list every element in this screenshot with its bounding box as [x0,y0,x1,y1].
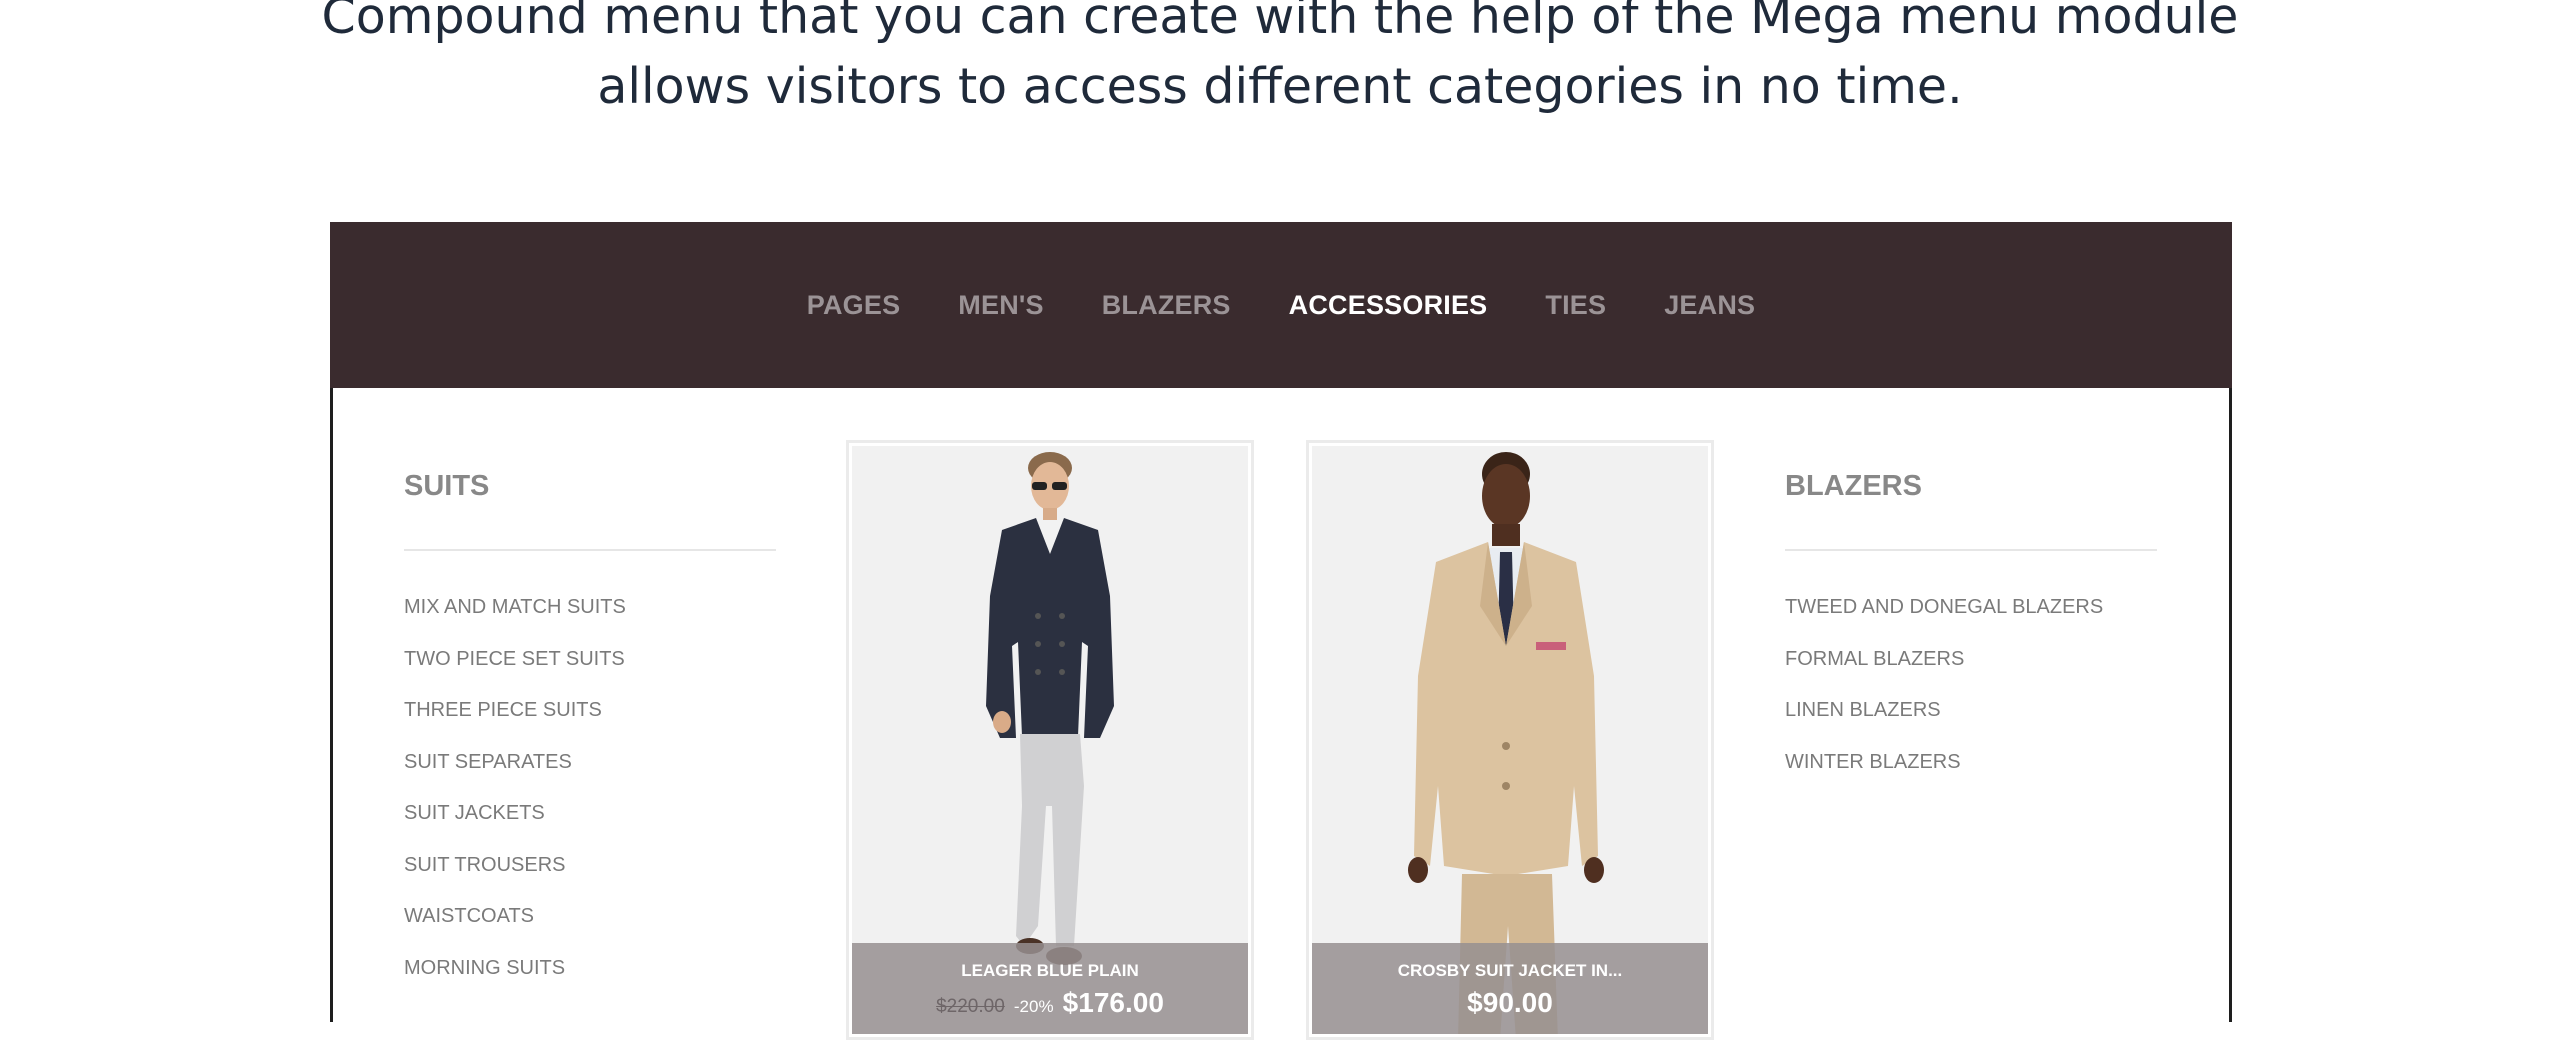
suits-link[interactable]: WAISTCOATS [404,902,776,954]
nav-item-pages[interactable]: PAGES [778,290,930,321]
headline: Compound menu that you can create with t… [0,0,2560,122]
product-name[interactable]: CROSBY SUIT JACKET IN... [1312,961,1708,981]
product-name[interactable]: LEAGER BLUE PLAIN [852,961,1248,981]
suits-list: MIX AND MATCH SUITS TWO PIECE SET SUITS … [404,593,776,1005]
blazers-divider [1785,549,2157,551]
blazers-title: BLAZERS [1785,470,1922,502]
nav-item-blazers[interactable]: BLAZERS [1073,290,1260,321]
product-price-row: $220.00 -20% $176.00 [852,987,1248,1019]
suits-link[interactable]: MIX AND MATCH SUITS [404,593,776,645]
product-card[interactable]: CROSBY SUIT JACKET IN... $90.00 [1306,440,1714,1040]
suits-link[interactable]: TWO PIECE SET SUITS [404,645,776,697]
suits-link[interactable]: SUIT SEPARATES [404,748,776,800]
blazers-column: BLAZERS TWEED AND DONEGAL BLAZERS FORMAL… [1785,470,2157,799]
product-caption: LEAGER BLUE PLAIN $220.00 -20% $176.00 [852,943,1248,1034]
suits-link[interactable]: SUIT TROUSERS [404,851,776,903]
blazers-link[interactable]: TWEED AND DONEGAL BLAZERS [1785,593,2157,645]
suits-title: SUITS [404,470,490,502]
suits-link[interactable]: SUIT JACKETS [404,799,776,851]
suits-column: SUITS MIX AND MATCH SUITS TWO PIECE SET … [404,470,776,1005]
blazers-link[interactable]: WINTER BLAZERS [1785,748,2157,800]
blazers-link[interactable]: LINEN BLAZERS [1785,696,2157,748]
headline-line-2: allows visitors to access different cate… [597,58,1963,115]
product-price: $176.00 [1062,987,1164,1018]
main-nav: PAGES MEN'S BLAZERS ACCESSORIES TIES JEA… [330,222,2232,388]
nav-item-accessories[interactable]: ACCESSORIES [1260,290,1517,321]
menu-bar: PAGES MEN'S BLAZERS ACCESSORIES TIES JEA… [330,222,2232,388]
nav-item-ties[interactable]: TIES [1516,290,1635,321]
blazers-link[interactable]: FORMAL BLAZERS [1785,645,2157,697]
nav-item-mens[interactable]: MEN'S [929,290,1072,321]
suits-divider [404,549,776,551]
headline-line-1: Compound menu that you can create with t… [321,0,2239,45]
suits-link[interactable]: THREE PIECE SUITS [404,696,776,748]
nav-item-jeans[interactable]: JEANS [1635,290,1784,321]
product-old-price: $220.00 [936,996,1005,1017]
product-image[interactable]: LEAGER BLUE PLAIN $220.00 -20% $176.00 [852,446,1248,1034]
product-caption: CROSBY SUIT JACKET IN... $90.00 [1312,943,1708,1034]
suits-link[interactable]: MORNING SUITS [404,954,776,1006]
product-price: $90.00 [1467,987,1553,1018]
product-price-row: $90.00 [1312,987,1708,1019]
product-image[interactable]: CROSBY SUIT JACKET IN... $90.00 [1312,446,1708,1034]
blazers-list: TWEED AND DONEGAL BLAZERS FORMAL BLAZERS… [1785,593,2157,799]
product-card[interactable]: LEAGER BLUE PLAIN $220.00 -20% $176.00 [846,440,1254,1040]
